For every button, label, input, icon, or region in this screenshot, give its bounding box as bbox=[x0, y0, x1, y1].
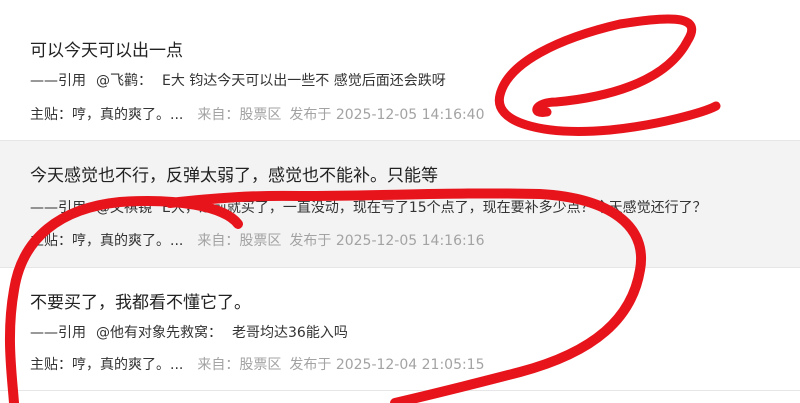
posted-label: 发布于 bbox=[289, 233, 332, 249]
board-link[interactable]: 股票区 bbox=[239, 233, 281, 249]
quote-prefix: ——引用 bbox=[30, 325, 86, 341]
main-post-link[interactable]: 哼，真的爽了。... bbox=[72, 107, 183, 123]
from-label: 来自： bbox=[197, 233, 240, 249]
divider bbox=[0, 267, 800, 268]
quote-text: E大，之前就买了，一直没动，现在亏了15个点了，现在要补多少点？今天感觉还行了？ bbox=[162, 200, 707, 216]
posted-label: 发布于 bbox=[289, 357, 332, 373]
quote-line: ——引用 @他有对象先救窝： 老哥均达36能入吗 bbox=[30, 322, 358, 342]
quote-user-link[interactable]: @文祺镜 bbox=[96, 200, 152, 216]
quote-line: ——引用 @文祺镜 E大，之前就买了，一直没动，现在亏了15个点了，现在要补多少点？… bbox=[30, 197, 717, 217]
reply-content: 不要买了，我都看不懂它了。 bbox=[30, 293, 251, 313]
post-time: 2025-12-05 14:16:16 bbox=[335, 233, 485, 249]
quote-line: ——引用 @飞鹳： E大 钧达今天可以出一些不 感觉后面还会跌呀 bbox=[30, 70, 456, 90]
reply-item-1: 可以今天可以出一点 ——引用 @飞鹳： E大 钧达今天可以出一些不 感觉后面还会跌呀… bbox=[0, 0, 800, 140]
reply-content: 可以今天可以出一点 bbox=[30, 41, 183, 61]
quote-user-link[interactable]: @飞鹳： bbox=[96, 73, 152, 89]
board-link[interactable]: 股票区 bbox=[239, 357, 281, 373]
quote-text: E大 钧达今天可以出一些不 感觉后面还会跌呀 bbox=[162, 73, 446, 89]
from-label: 来自： bbox=[197, 357, 240, 373]
post-time: 2025-12-04 21:05:15 bbox=[335, 357, 485, 373]
posted-label: 发布于 bbox=[289, 107, 332, 123]
main-post-label: 主贴： bbox=[30, 357, 72, 373]
meta-line: 主贴：哼，真的爽了。... 来自：股票区 发布于 2025-12-04 21:05:… bbox=[30, 354, 485, 374]
divider bbox=[0, 390, 800, 391]
board-link[interactable]: 股票区 bbox=[239, 107, 281, 123]
quote-prefix: ——引用 bbox=[30, 73, 86, 89]
main-post-label: 主贴： bbox=[30, 107, 72, 123]
main-post-link[interactable]: 哼，真的爽了。... bbox=[72, 233, 183, 249]
reply-content: 今天感觉也不行，反弹太弱了，感觉也不能补。只能等 bbox=[30, 166, 438, 186]
main-post-label: 主贴： bbox=[30, 233, 72, 249]
from-label: 来自： bbox=[197, 107, 240, 123]
quote-prefix: ——引用 bbox=[30, 200, 86, 216]
main-post-link[interactable]: 哼，真的爽了。... bbox=[72, 357, 183, 373]
quote-user-link[interactable]: @他有对象先救窝： bbox=[96, 325, 222, 341]
post-time: 2025-12-05 14:16:40 bbox=[335, 107, 485, 123]
meta-line: 主贴：哼，真的爽了。... 来自：股票区 发布于 2025-12-05 14:16:… bbox=[30, 104, 485, 124]
quote-text: 老哥均达36能入吗 bbox=[232, 325, 348, 341]
meta-line: 主贴：哼，真的爽了。... 来自：股票区 发布于 2025-12-05 14:16:… bbox=[30, 230, 485, 250]
